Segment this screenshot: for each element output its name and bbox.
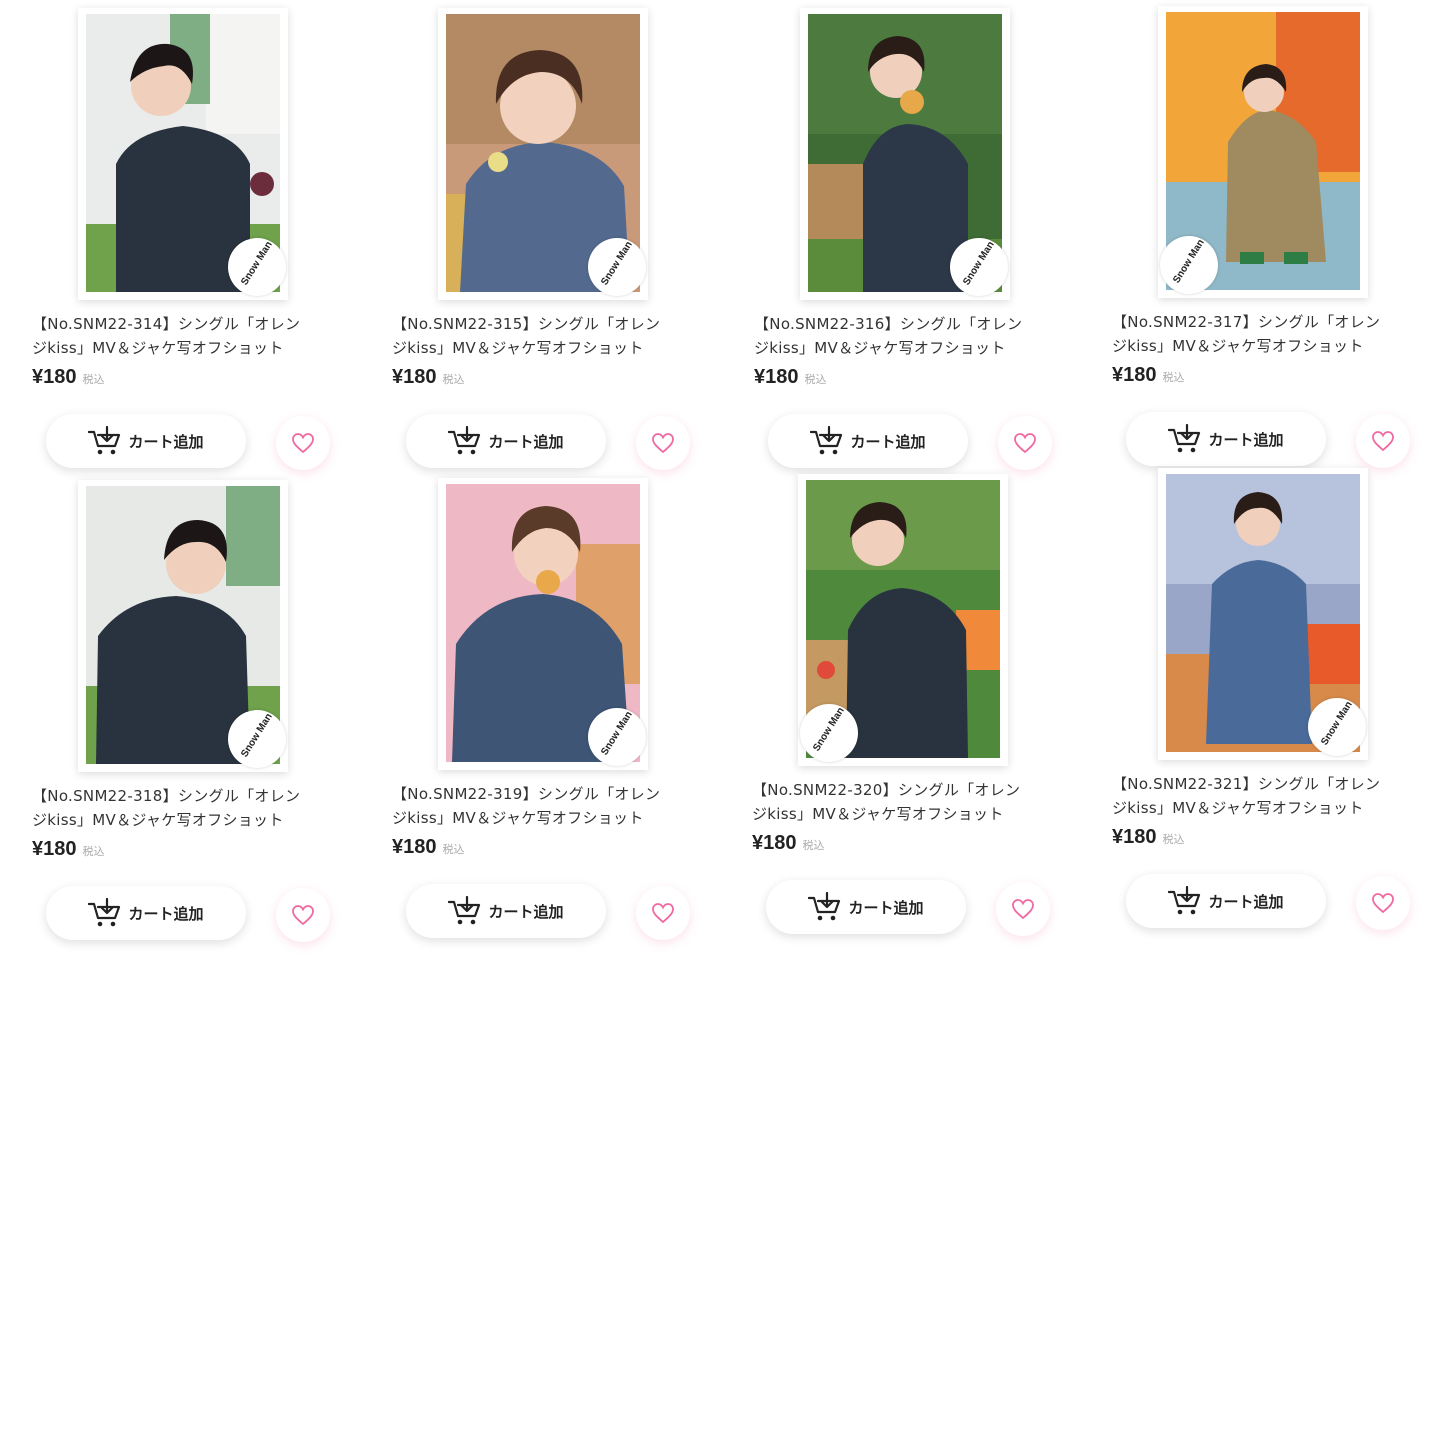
cart-button-label: カート追加 bbox=[488, 432, 564, 451]
product-photo[interactable]: Snow Man bbox=[78, 480, 288, 772]
tax-label: 税込 bbox=[802, 839, 825, 852]
product-title[interactable]: 【No.SNM22-314】シングル「オレン ジkiss」MV＆ジャケ写オフショ… bbox=[32, 312, 352, 360]
product-price: ¥180 bbox=[392, 836, 437, 858]
brand-logo: Snow Man bbox=[228, 710, 286, 768]
cart-icon bbox=[448, 896, 481, 925]
add-to-cart-button[interactable]: カート追加 bbox=[1126, 412, 1326, 466]
product-card: Snow Man 【No.SNM22-314】シングル「オレン ジkiss」MV… bbox=[32, 0, 372, 470]
tax-label: 税込 bbox=[82, 845, 105, 858]
cart-button-label: カート追加 bbox=[1208, 430, 1284, 449]
cart-button-label: カート追加 bbox=[128, 904, 204, 923]
product-photo[interactable]: Snow Man bbox=[798, 474, 1008, 766]
product-card: Snow Man 【No.SNM22-320】シングル「オレン ジkiss」MV… bbox=[752, 466, 1092, 936]
cart-button-label: カート追加 bbox=[488, 902, 564, 921]
product-card: Snow Man 【No.SNM22-317】シングル「オレン ジkiss」MV… bbox=[1112, 0, 1440, 468]
product-title[interactable]: 【No.SNM22-316】シングル「オレン ジkiss」MV＆ジャケ写オフショ… bbox=[754, 312, 1074, 360]
add-to-cart-button[interactable]: カート追加 bbox=[406, 414, 606, 468]
brand-logo: Snow Man bbox=[588, 238, 646, 296]
heart-icon bbox=[1372, 893, 1394, 914]
cart-icon bbox=[88, 898, 121, 927]
brand-logo: Snow Man bbox=[228, 238, 286, 296]
price-row: ¥180 税込 bbox=[32, 838, 105, 864]
product-price: ¥180 bbox=[392, 366, 437, 388]
favorite-button[interactable] bbox=[636, 886, 690, 940]
price-row: ¥180 税込 bbox=[754, 366, 827, 392]
product-price: ¥180 bbox=[32, 366, 77, 388]
favorite-button[interactable] bbox=[276, 416, 330, 470]
add-to-cart-button[interactable]: カート追加 bbox=[406, 884, 606, 938]
price-row: ¥180 税込 bbox=[392, 836, 465, 862]
brand-logo: Snow Man bbox=[1308, 698, 1366, 756]
product-card: Snow Man 【No.SNM22-315】シングル「オレン ジkiss」MV… bbox=[392, 0, 732, 470]
product-photo[interactable]: Snow Man bbox=[1158, 6, 1368, 298]
cart-button-label: カート追加 bbox=[128, 432, 204, 451]
heart-icon bbox=[1014, 433, 1036, 454]
cart-icon bbox=[1168, 886, 1201, 915]
product-title[interactable]: 【No.SNM22-317】シングル「オレン ジkiss」MV＆ジャケ写オフショ… bbox=[1112, 310, 1432, 358]
product-price: ¥180 bbox=[32, 838, 77, 860]
favorite-button[interactable] bbox=[636, 416, 690, 470]
product-card: Snow Man 【No.SNM22-321】シングル「オレン ジkiss」MV… bbox=[1112, 460, 1440, 930]
favorite-button[interactable] bbox=[998, 416, 1052, 470]
tax-label: 税込 bbox=[82, 373, 105, 386]
brand-logo: Snow Man bbox=[800, 704, 858, 762]
product-price: ¥180 bbox=[1112, 826, 1157, 848]
brand-logo: Snow Man bbox=[588, 708, 646, 766]
price-row: ¥180 税込 bbox=[392, 366, 465, 392]
product-price: ¥180 bbox=[754, 366, 799, 388]
heart-icon bbox=[292, 905, 314, 926]
product-photo[interactable]: Snow Man bbox=[78, 8, 288, 300]
price-row: ¥180 税込 bbox=[32, 366, 105, 392]
heart-icon bbox=[1012, 899, 1034, 920]
heart-icon bbox=[652, 903, 674, 924]
favorite-button[interactable] bbox=[276, 888, 330, 942]
product-photo[interactable]: Snow Man bbox=[438, 8, 648, 300]
product-title[interactable]: 【No.SNM22-320】シングル「オレン ジkiss」MV＆ジャケ写オフショ… bbox=[752, 778, 1072, 826]
product-grid: Snow Man 【No.SNM22-314】シングル「オレン ジkiss」MV… bbox=[0, 0, 1440, 960]
product-photo[interactable]: Snow Man bbox=[1158, 468, 1368, 760]
product-card: Snow Man 【No.SNM22-316】シングル「オレン ジkiss」MV… bbox=[754, 0, 1094, 470]
cart-icon bbox=[1168, 424, 1201, 453]
favorite-button[interactable] bbox=[996, 882, 1050, 936]
product-price: ¥180 bbox=[1112, 364, 1157, 386]
price-row: ¥180 税込 bbox=[1112, 826, 1185, 852]
tax-label: 税込 bbox=[442, 373, 465, 386]
add-to-cart-button[interactable]: カート追加 bbox=[1126, 874, 1326, 928]
product-title[interactable]: 【No.SNM22-319】シングル「オレン ジkiss」MV＆ジャケ写オフショ… bbox=[392, 782, 712, 830]
product-title[interactable]: 【No.SNM22-315】シングル「オレン ジkiss」MV＆ジャケ写オフショ… bbox=[392, 312, 712, 360]
product-card: Snow Man 【No.SNM22-318】シングル「オレン ジkiss」MV… bbox=[32, 472, 372, 942]
add-to-cart-button[interactable]: カート追加 bbox=[46, 414, 246, 468]
cart-button-label: カート追加 bbox=[848, 898, 924, 917]
product-photo[interactable]: Snow Man bbox=[800, 8, 1010, 300]
favorite-button[interactable] bbox=[1356, 876, 1410, 930]
cart-icon bbox=[810, 426, 843, 455]
product-title[interactable]: 【No.SNM22-321】シングル「オレン ジkiss」MV＆ジャケ写オフショ… bbox=[1112, 772, 1432, 820]
add-to-cart-button[interactable]: カート追加 bbox=[766, 880, 966, 934]
brand-logo: Snow Man bbox=[950, 238, 1008, 296]
cart-icon bbox=[88, 426, 121, 455]
heart-icon bbox=[292, 433, 314, 454]
product-photo[interactable]: Snow Man bbox=[438, 478, 648, 770]
price-row: ¥180 税込 bbox=[1112, 364, 1185, 390]
heart-icon bbox=[652, 433, 674, 454]
price-row: ¥180 税込 bbox=[752, 832, 825, 858]
add-to-cart-button[interactable]: カート追加 bbox=[768, 414, 968, 468]
product-card: Snow Man 【No.SNM22-319】シングル「オレン ジkiss」MV… bbox=[392, 470, 732, 940]
product-title[interactable]: 【No.SNM22-318】シングル「オレン ジkiss」MV＆ジャケ写オフショ… bbox=[32, 784, 352, 832]
cart-button-label: カート追加 bbox=[1208, 892, 1284, 911]
add-to-cart-button[interactable]: カート追加 bbox=[46, 886, 246, 940]
brand-logo: Snow Man bbox=[1160, 236, 1218, 294]
heart-icon bbox=[1372, 431, 1394, 452]
product-price: ¥180 bbox=[752, 832, 797, 854]
tax-label: 税込 bbox=[1162, 833, 1185, 846]
tax-label: 税込 bbox=[442, 843, 465, 856]
cart-icon bbox=[808, 892, 841, 921]
tax-label: 税込 bbox=[1162, 371, 1185, 384]
cart-button-label: カート追加 bbox=[850, 432, 926, 451]
tax-label: 税込 bbox=[804, 373, 827, 386]
cart-icon bbox=[448, 426, 481, 455]
